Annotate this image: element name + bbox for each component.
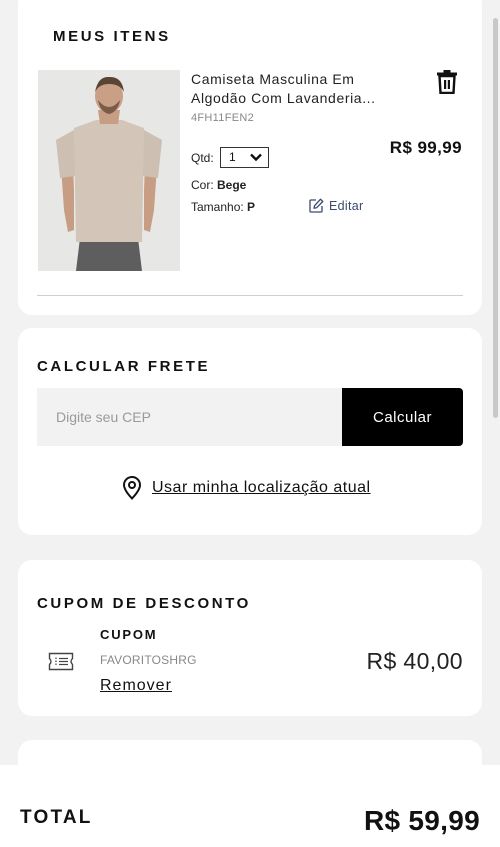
coupon-value: R$ 40,00 xyxy=(366,648,463,674)
edit-label: Editar xyxy=(329,198,364,213)
size-label: Tamanho: xyxy=(191,200,244,214)
cep-input[interactable] xyxy=(37,388,343,446)
remove-coupon-link[interactable]: Remover xyxy=(100,677,172,695)
quantity-select[interactable]: 1 xyxy=(220,147,269,168)
location-pin-icon xyxy=(122,476,142,500)
color-label: Cor: xyxy=(191,178,214,192)
product-name[interactable]: Camiseta Masculina Em Algodão Com Lavand… xyxy=(191,70,391,108)
use-location-label: Usar minha localização atual xyxy=(152,479,371,496)
coupon-code: FAVORITOSHRG xyxy=(100,653,197,667)
items-divider xyxy=(37,295,463,296)
quantity-value: 1 xyxy=(229,150,236,164)
total-label: TOTAL xyxy=(20,807,93,828)
total-bar: TOTAL R$ 59,99 xyxy=(0,765,500,847)
color-value: Bege xyxy=(217,178,247,192)
total-value: R$ 59,99 xyxy=(363,805,480,836)
product-photo-illustration xyxy=(38,70,180,271)
product-sku: 4FH11FEN2 xyxy=(191,112,255,124)
pencil-icon xyxy=(309,198,324,213)
coupon-title: CUPOM DE DESCONTO xyxy=(37,595,251,612)
product-price: R$ 99,99 xyxy=(389,138,462,157)
coupon-card: CUPOM DE DESCONTO CUPOM FAVORITOSHRG Rem… xyxy=(18,560,482,716)
product-image[interactable] xyxy=(38,70,180,271)
calculate-shipping-button[interactable]: Calcular xyxy=(342,388,463,446)
trash-icon xyxy=(437,70,457,95)
product-color: Cor: Bege xyxy=(191,178,246,192)
cart-items-card: MEUS ITENS Camiseta Masculina Em Algodão… xyxy=(18,0,482,315)
chevron-down-icon xyxy=(250,153,262,162)
shipping-card: CALCULAR FRETE Calcular Usar minha local… xyxy=(18,328,482,535)
product-size: Tamanho: P xyxy=(191,200,255,214)
ticket-icon xyxy=(48,652,74,671)
shipping-title: CALCULAR FRETE xyxy=(37,358,211,375)
cart-items-title: MEUS ITENS xyxy=(53,28,171,45)
edit-item-link[interactable]: Editar xyxy=(309,198,363,213)
page-scrollbar[interactable] xyxy=(493,18,498,418)
coupon-label: CUPOM xyxy=(100,627,158,642)
quantity-label: Qtd: xyxy=(191,151,214,165)
use-location-link[interactable]: Usar minha localização atual xyxy=(122,476,371,500)
remove-item-button[interactable] xyxy=(436,70,458,95)
size-value: P xyxy=(247,200,256,214)
